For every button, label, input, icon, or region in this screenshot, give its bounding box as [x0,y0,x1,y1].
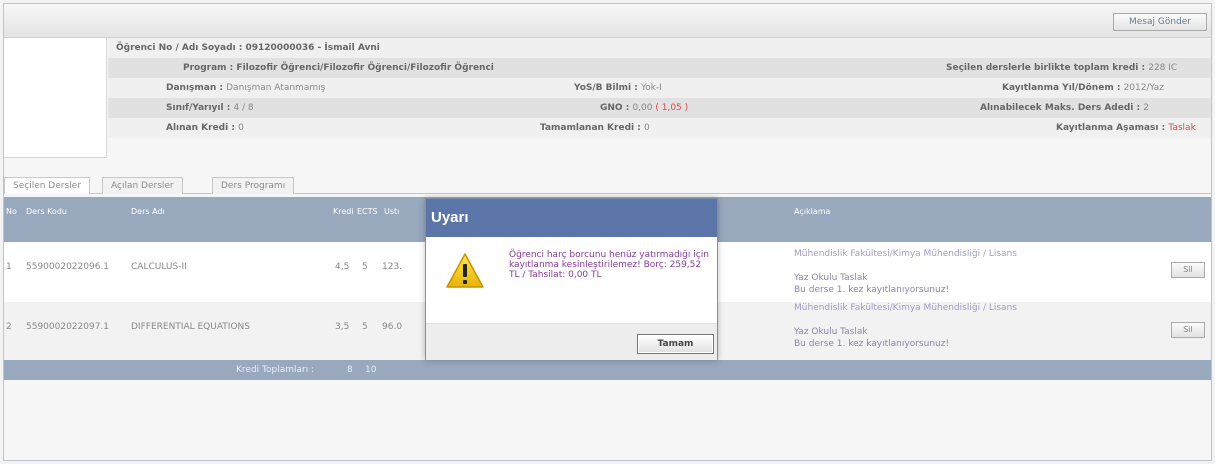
tab-selected-courses[interactable]: Seçilen Dersler [4,177,90,194]
row-code: 5590002022096.1 [26,262,110,272]
warning-dialog: Uyarı Öğrenci harç borcunu henüz yatırma… [425,198,718,360]
send-message-button[interactable]: Mesaj Gönder [1113,13,1207,31]
dialog-title: Uyarı [426,199,717,237]
student-id-row: Öğrenci No / Adı Soyadı : 09120000036 - … [108,38,1211,58]
header-description: Açıklama [794,207,831,216]
class-row: Sınıf/Yarıyıl : 4 / 8 GNO : 0,00 ( 1,05 … [108,98,1211,118]
header-teacher: Ustı [384,207,400,216]
totals-ects: 10 [365,365,377,375]
row-ects: 5 [362,322,368,332]
row-name: DIFFERENTIAL EQUATIONS [131,322,250,332]
row-description: Mühendislik Fakültesi/Kimya Mühendisliği… [794,249,1017,295]
row-credit: 4,5 [335,262,350,272]
reg-term-field: Kayıtlanma Yıl/Dönem : 2012/Yaz [1002,83,1164,93]
program-row: Program : Filozofir Öğrenci/Filozofir Öğ… [108,58,1211,78]
header-credit: Kredi [333,207,354,216]
credit-totals-row: Kredi Toplamları : 8 10 [4,360,1211,380]
row-teacher: 123. [382,262,403,272]
tab-offered-courses[interactable]: Açılan Dersler [102,177,183,194]
row-name: CALCULUS-II [131,262,187,272]
dialog-message: Öğrenci harç borcunu henüz yatırmadığı i… [509,250,709,280]
advisor-field: Danışman : Danışman Atanmamış [166,83,326,93]
max-course-field: Alınabilecek Maks. Ders Adedi : 2 [980,103,1149,113]
row-teacher: 96.0 [382,322,403,332]
taken-credit-row: Alınan Kredi : 0 Tamamlanan Kredi : 0 Ka… [108,118,1211,138]
top-toolbar: Mesaj Gönder [4,4,1211,38]
row-code: 5590002022097.1 [26,322,110,332]
totals-label: Kredi Toplamları : [236,365,315,375]
row-ects: 5 [362,262,368,272]
student-photo [4,38,107,158]
student-id-line: Öğrenci No / Adı Soyadı : 09120000036 - … [116,43,380,53]
header-name: Ders Adı [131,207,165,216]
taken-credit-field: Alınan Kredi : 0 [166,123,244,133]
totals-credit: 8 [347,365,353,375]
row-credit: 3,5 [335,322,350,332]
reg-status-field: Kayıtlanma Aşaması : Taslak [1056,123,1196,133]
class-field: Sınıf/Yarıyıl : 4 / 8 [166,103,254,113]
header-code: Ders Kodu [26,207,67,216]
tab-bar: Seçilen Dersler Açılan Dersler Ders Prog… [4,174,1211,194]
ok-button[interactable]: Tamam [637,334,714,354]
reg-status-badge: Taslak [1168,123,1196,133]
row-no: 2 [6,322,12,332]
program-field: Program : Filozofir Öğrenci/Filozofir Öğ… [183,63,494,73]
warning-icon [445,252,485,290]
completed-credit-field: Tamamlanan Kredi : 0 [540,123,650,133]
delete-course-button[interactable]: Sil [1171,322,1205,338]
dialog-footer: Tamam [426,323,717,360]
dialog-body: Öğrenci harç borcunu henüz yatırmadığı i… [426,237,717,323]
header-ects: ECTS [357,207,378,216]
row-no: 1 [6,262,12,272]
tab-course-schedule[interactable]: Ders Programı [212,177,295,194]
student-info-panel: Öğrenci No / Adı Soyadı : 09120000036 - … [108,38,1211,158]
advisor-row: Danışman : Danışman Atanmamış YoS/B Bilm… [108,78,1211,98]
delete-course-button[interactable]: Sil [1171,262,1205,278]
gpa-field: GNO : 0,00 ( 1,05 ) [600,103,689,113]
row-description: Mühendislik Fakültesi/Kimya Mühendisliği… [794,303,1017,349]
year-field: YoS/B Bilmi : Yok-I [574,83,662,93]
total-credit-field: Seçilen derslerle birlikte toplam kredi … [946,63,1178,73]
header-no: No [6,207,17,216]
